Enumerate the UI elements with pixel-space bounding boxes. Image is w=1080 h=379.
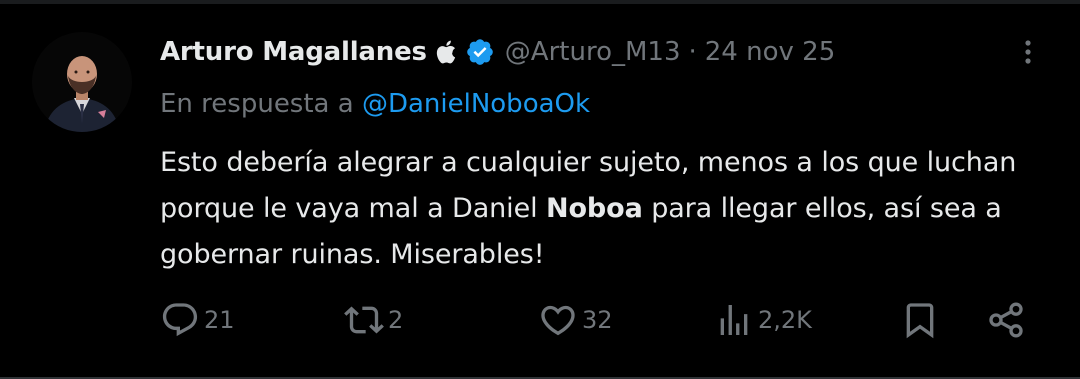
views-chart-icon xyxy=(720,305,748,335)
action-bar: 21 2 32 2,2K xyxy=(160,296,1040,344)
bookmark-icon xyxy=(906,303,934,339)
reply-prefix: En respuesta a xyxy=(160,89,354,119)
repost-icon xyxy=(344,306,384,334)
apple-icon xyxy=(435,38,459,66)
author-handle[interactable]: @Arturo_M13 xyxy=(505,37,681,67)
verified-badge-icon xyxy=(465,37,495,67)
heart-icon xyxy=(541,305,575,336)
tweet-text-bold: Noboa xyxy=(545,193,643,224)
repost-button[interactable]: 2 xyxy=(344,296,403,344)
reply-button[interactable]: 21 xyxy=(160,296,235,344)
separator-dot: · xyxy=(688,37,697,67)
top-divider xyxy=(0,0,1080,4)
views-button[interactable]: 2,2K xyxy=(714,296,812,344)
share-icon xyxy=(989,302,1023,338)
tweet-date[interactable]: 24 nov 25 xyxy=(705,37,835,67)
reply-icon xyxy=(162,303,198,337)
tweet-header: Arturo Magallanes @Arturo_M13 · 24 nov 2… xyxy=(160,31,835,73)
reply-count: 21 xyxy=(204,306,235,334)
reply-handle-link[interactable]: @DanielNoboaOk xyxy=(362,89,590,119)
bookmark-button[interactable] xyxy=(900,296,940,344)
like-count: 32 xyxy=(582,306,613,334)
tweet-text: Esto debería alegrar a cualquier sujeto,… xyxy=(160,140,1050,278)
author-display-name[interactable]: Arturo Magallanes xyxy=(160,37,427,67)
reply-context: En respuesta a @DanielNoboaOk xyxy=(160,84,590,124)
more-options-icon[interactable] xyxy=(1018,38,1038,66)
views-count: 2,2K xyxy=(758,306,812,334)
share-button[interactable] xyxy=(986,296,1026,344)
repost-count: 2 xyxy=(388,306,404,334)
like-button[interactable]: 32 xyxy=(538,296,613,344)
avatar-image xyxy=(32,32,132,132)
avatar[interactable] xyxy=(32,32,132,132)
